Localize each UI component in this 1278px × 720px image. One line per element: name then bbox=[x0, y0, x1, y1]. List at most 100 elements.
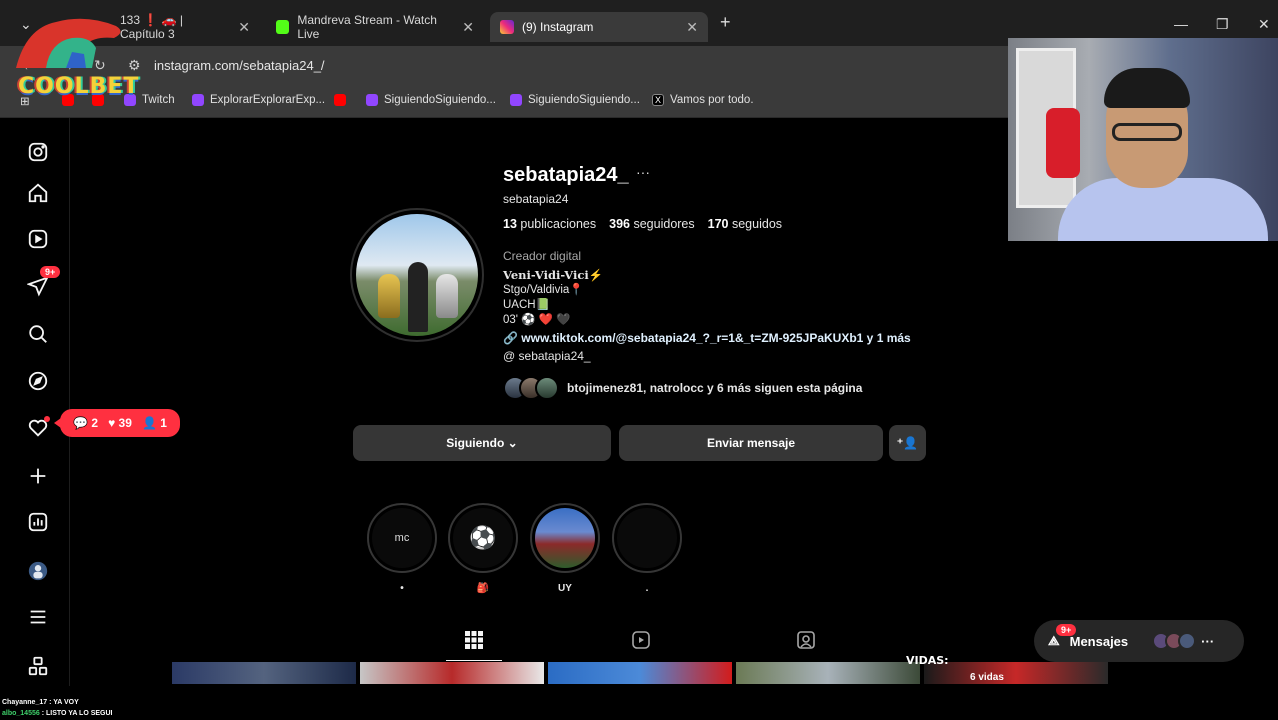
heart-icon: ♥ bbox=[108, 416, 116, 430]
following-label: seguidos bbox=[731, 217, 783, 231]
instagram-logo-icon[interactable] bbox=[26, 140, 50, 164]
threads-link-text: sebatapia24_ bbox=[518, 349, 591, 363]
chat-line: albo_14556 : LISTO YA LO SEGUI bbox=[2, 710, 113, 717]
profile-icon[interactable] bbox=[26, 559, 50, 583]
highlight-cover: mc bbox=[372, 508, 432, 568]
close-icon[interactable]: ✕ bbox=[462, 19, 474, 36]
bookmark-label: SiguiendoSiguiendo... bbox=[528, 94, 640, 106]
explore-icon[interactable] bbox=[26, 369, 50, 393]
more-options-icon[interactable]: ··· bbox=[636, 164, 650, 180]
posts-stat: 13 publicaciones bbox=[503, 217, 596, 231]
streamer-webcam bbox=[1008, 38, 1278, 241]
also-from-meta-icon[interactable] bbox=[26, 654, 50, 678]
threads-handle: sebatapia24 bbox=[503, 192, 569, 206]
highlight-2[interactable]: ⚽ bbox=[448, 503, 518, 573]
messages-pill[interactable]: ⟁ 9+ Mensajes ··· bbox=[1034, 620, 1244, 662]
tab-instagram[interactable]: (9) Instagram ✕ bbox=[490, 12, 708, 42]
following-button-label: Siguiendo bbox=[446, 436, 505, 450]
followers-label: seguidores bbox=[633, 217, 695, 231]
bookmark-label: Twitch bbox=[142, 94, 175, 106]
notifications-icon[interactable] bbox=[26, 416, 50, 440]
create-icon[interactable] bbox=[26, 464, 50, 488]
highlight-label: UY bbox=[558, 583, 572, 594]
profile-bio: Veni-Vidi-Vici⚡ Stgo/Valdivia📍 UACH📗 03'… bbox=[503, 268, 603, 328]
twitch-icon bbox=[192, 94, 204, 106]
post-overlay-text: VIDAS: bbox=[906, 654, 949, 667]
url-field[interactable]: instagram.com/sebatapia24_/ bbox=[154, 58, 325, 73]
bio-line: UACH📗 bbox=[503, 299, 550, 311]
chat-line: Chayanne_17 : YA VOY bbox=[2, 699, 79, 706]
highlight-label: . bbox=[645, 583, 649, 594]
tab-label: (9) Instagram bbox=[522, 20, 594, 34]
close-window-icon[interactable]: ✕ bbox=[1258, 16, 1270, 33]
threads-link[interactable]: @ sebatapia24_ bbox=[503, 349, 591, 363]
tab-kick-stream[interactable]: Mandreva Stream - Watch Live ✕ bbox=[266, 12, 484, 42]
bookmark-siguiendo-1[interactable]: SiguiendoSiguiendo... bbox=[366, 94, 496, 106]
reels-tab-icon[interactable] bbox=[631, 630, 651, 650]
direct-icon[interactable]: 9+ bbox=[26, 266, 61, 298]
profile-username: sebatapia24_ bbox=[503, 164, 629, 186]
chat-user: Chayanne_17 bbox=[2, 699, 48, 706]
home-icon[interactable] bbox=[26, 181, 50, 205]
instagram-sidebar: 9+ bbox=[8, 118, 70, 686]
menu-icon[interactable] bbox=[26, 605, 50, 629]
followers-stat[interactable]: 396 seguidores bbox=[609, 217, 695, 231]
highlight-3[interactable] bbox=[530, 503, 600, 573]
close-icon[interactable]: ✕ bbox=[238, 19, 250, 36]
post-thumbnail[interactable] bbox=[172, 662, 356, 684]
reels-icon[interactable] bbox=[26, 227, 50, 251]
comment-count-value: 2 bbox=[91, 416, 99, 430]
comment-icon: 💬 bbox=[73, 416, 88, 430]
follow-count: 👤 1 bbox=[142, 416, 167, 430]
soccer-ball-icon: ⚽ bbox=[453, 508, 513, 568]
messages-badge: 9+ bbox=[1056, 624, 1077, 636]
microphone-icon bbox=[1046, 108, 1080, 178]
new-tab-icon[interactable]: + bbox=[720, 12, 731, 33]
minimize-icon[interactable]: — bbox=[1174, 16, 1188, 32]
send-message-button[interactable]: Enviar mensaje bbox=[619, 425, 883, 461]
bookmark-label: SiguiendoSiguiendo... bbox=[384, 94, 496, 106]
post-thumbnail[interactable] bbox=[360, 662, 544, 684]
address-bar: ← → ↻ ⚙ instagram.com/sebatapia24_/ bbox=[0, 46, 1008, 86]
search-icon[interactable] bbox=[26, 322, 50, 346]
followed-by-text: btojimenez81, natrolocc y 6 más siguen e… bbox=[567, 381, 863, 395]
stream-chat: Chayanne_17 : YA VOY albo_14556 : LISTO … bbox=[2, 697, 113, 719]
highlight-label: 🎒 bbox=[476, 583, 490, 594]
tagged-tab-icon[interactable] bbox=[796, 630, 816, 650]
post-thumbnail[interactable] bbox=[736, 662, 920, 684]
chat-message: YA VOY bbox=[53, 699, 79, 706]
more-icon: ··· bbox=[1201, 633, 1215, 649]
bookmark-explorar[interactable]: ExplorarExplorarExp... bbox=[192, 94, 325, 106]
following-button[interactable]: Siguiendo ⌄ bbox=[353, 425, 611, 461]
post-thumbnail[interactable] bbox=[548, 662, 732, 684]
logo-text: COOLBET bbox=[18, 74, 140, 99]
youtube-icon bbox=[334, 94, 346, 106]
following-stat[interactable]: 170 seguidos bbox=[708, 217, 782, 231]
chat-message: LISTO YA LO SEGUI bbox=[45, 710, 113, 717]
dashboard-icon[interactable] bbox=[26, 510, 50, 534]
highlight-cover bbox=[617, 508, 677, 568]
close-icon[interactable]: ✕ bbox=[686, 19, 698, 36]
suggested-accounts-button[interactable]: ⁺👤 bbox=[889, 425, 926, 461]
highlight-4[interactable] bbox=[612, 503, 682, 573]
posts-grid-icon[interactable] bbox=[464, 630, 484, 650]
notification-dot bbox=[44, 416, 50, 422]
bookmark-label: ExplorarExplorarExp... bbox=[210, 94, 326, 106]
followed-by[interactable]: btojimenez81, natrolocc y 6 más siguen e… bbox=[503, 375, 862, 401]
bookmark-siguiendo-2[interactable]: SiguiendoSiguiendo... bbox=[510, 94, 640, 106]
highlight-1[interactable]: mc bbox=[367, 503, 437, 573]
add-person-icon: ⁺👤 bbox=[896, 436, 919, 450]
instagram-favicon-icon bbox=[500, 20, 514, 34]
restore-icon[interactable]: ❐ bbox=[1216, 16, 1229, 33]
direct-icon: ⟁ 9+ bbox=[1048, 624, 1077, 649]
tab-label: Mandreva Stream - Watch Live bbox=[297, 13, 437, 41]
youtube-bookmark-3[interactable] bbox=[334, 94, 346, 106]
direct-badge: 9+ bbox=[40, 266, 61, 278]
bio-link[interactable]: 🔗 www.tiktok.com/@sebatapia24_?_r=1&_t=Z… bbox=[503, 331, 911, 345]
profile-avatar[interactable] bbox=[350, 208, 484, 342]
post-thumbnail[interactable] bbox=[924, 662, 1108, 684]
bookmark-x[interactable]: X Vamos por todo. bbox=[652, 94, 754, 106]
comment-count: 💬 2 bbox=[73, 416, 98, 430]
bio-line: Veni-Vidi-Vici⚡ bbox=[503, 268, 604, 282]
notification-summary-pill[interactable]: 💬 2 ♥ 39 👤 1 bbox=[54, 409, 180, 437]
